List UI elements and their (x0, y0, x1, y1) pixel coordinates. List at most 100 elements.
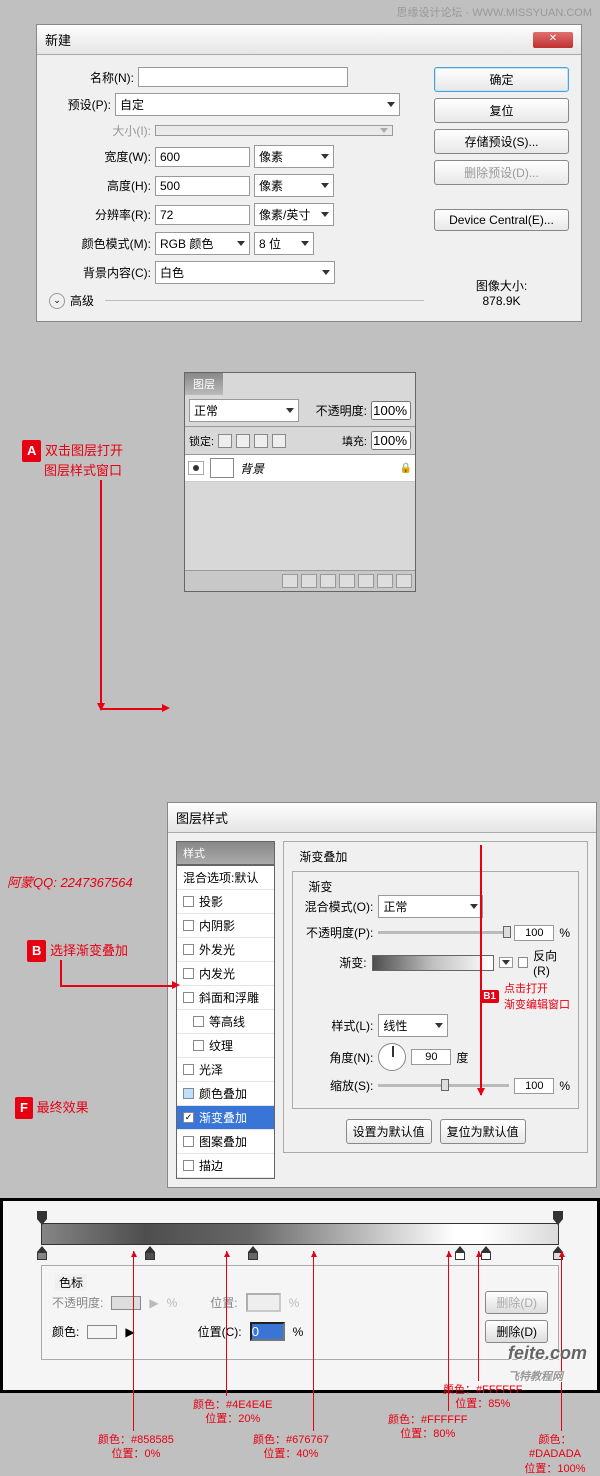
ga-line-2 (313, 1251, 314, 1431)
delete-color-button[interactable]: 删除(D) (485, 1320, 548, 1343)
new-dialog: 新建 ✕ 名称(N): 预设(P): 自定 大小(I): 宽度(W): 像素 (36, 24, 582, 322)
device-central-button[interactable]: Device Central(E)... (434, 209, 569, 231)
scale-slider[interactable] (378, 1084, 509, 1087)
annotation-b: B 选择渐变叠加 (27, 940, 128, 962)
grad-label: 渐变: (301, 954, 366, 971)
ls-item-blend[interactable]: 混合选项:默认 (177, 866, 274, 890)
ls-item-patternoverlay[interactable]: 图案叠加 (177, 1130, 274, 1154)
height-input[interactable] (155, 176, 250, 196)
lock-all-icon[interactable] (272, 434, 286, 448)
color-stop-2[interactable] (248, 1246, 258, 1260)
res-input[interactable] (155, 205, 250, 225)
reset-button[interactable]: 复位 (434, 98, 569, 123)
visibility-icon[interactable] (188, 461, 204, 475)
close-icon[interactable]: ✕ (533, 32, 573, 48)
arrow-b-v (60, 960, 62, 985)
ls-item-contour[interactable]: 等高线 (177, 1010, 274, 1034)
preset-dropdown[interactable]: 自定 (115, 93, 400, 116)
res-unit-dropdown[interactable]: 像素/英寸 (254, 203, 334, 226)
ga-4: 颜色：#FFFFFF位置：85% (443, 1383, 522, 1412)
expand-icon[interactable]: ⌄ (49, 293, 65, 309)
fill-label: 填充: (342, 433, 367, 449)
mode-dropdown[interactable]: RGB 颜色 (155, 232, 250, 255)
ls-titlebar: 图层样式 (168, 803, 596, 833)
annotation-qq: 阿蒙QQ: 2247367564 (7, 874, 133, 892)
depth-dropdown[interactable]: 8 位 (254, 232, 314, 255)
footer-watermark: feite.com 飞特教程网 (508, 1343, 587, 1385)
opacity-stop-right[interactable] (553, 1211, 563, 1225)
fx-icon[interactable] (301, 574, 317, 588)
gradient-editor: 色标 不透明度: ▶ % 位置: % 删除(D) 颜色: ▶ 位置(C): % … (0, 1198, 600, 1393)
style-dropdown[interactable]: 线性 (378, 1014, 448, 1037)
ls-item-dropshadow[interactable]: 投影 (177, 890, 274, 914)
scale-label: 缩放(S): (301, 1077, 373, 1094)
ls-item-bevel[interactable]: 斜面和浮雕 (177, 986, 274, 1010)
ls-item-innerglow[interactable]: 内发光 (177, 962, 274, 986)
layers-panel: 图层 正常 不透明度: 锁定: 填充: 背景 🔒 (184, 372, 416, 592)
color-stop-3[interactable] (455, 1246, 465, 1260)
ga-5: 颜色：#DADADA位置：100% (513, 1433, 597, 1476)
gradient-bar[interactable] (41, 1223, 559, 1245)
ls-item-outerglow[interactable]: 外发光 (177, 938, 274, 962)
imgsize-value: 878.9K (434, 294, 569, 308)
reset-default-button[interactable]: 复位为默认值 (440, 1119, 526, 1144)
ok-button[interactable]: 确定 (434, 67, 569, 92)
link-icon[interactable] (282, 574, 298, 588)
layer-row-bg[interactable]: 背景 🔒 (185, 455, 415, 482)
opacity-stop-left[interactable] (37, 1211, 47, 1225)
gradient-preview[interactable] (372, 955, 494, 971)
bg-dropdown[interactable]: 白色 (155, 261, 335, 284)
angle-label: 角度(N): (301, 1049, 373, 1066)
color-stop-4[interactable] (481, 1246, 491, 1260)
new-layer-icon[interactable] (377, 574, 393, 588)
opacity-input[interactable] (371, 401, 411, 420)
folder-icon[interactable] (358, 574, 374, 588)
layers-tab[interactable]: 图层 (185, 373, 223, 395)
dialog-titlebar: 新建 ✕ (37, 25, 581, 55)
opacity-label: 不透明度: (316, 402, 367, 419)
height-unit-dropdown[interactable]: 像素 (254, 174, 334, 197)
lock-move-icon[interactable] (254, 434, 268, 448)
lock-pixels-icon[interactable] (236, 434, 250, 448)
cs-pos-input2[interactable] (250, 1322, 285, 1341)
lock-transparent-icon[interactable] (218, 434, 232, 448)
stops-title: 色标 (55, 1274, 87, 1291)
opacity-slider[interactable] (378, 931, 509, 934)
ls-item-satin[interactable]: 光泽 (177, 1058, 274, 1082)
scale-value[interactable] (514, 1078, 554, 1094)
cs-pos-label2: 位置(C): (198, 1323, 242, 1340)
blend-mode-dropdown[interactable]: 正常 (189, 399, 299, 422)
color-stop-0[interactable] (37, 1246, 47, 1260)
cs-pos-input (246, 1293, 281, 1312)
blend-dropdown[interactable]: 正常 (378, 895, 483, 918)
angle-dial[interactable] (378, 1043, 406, 1071)
ls-item-gradientoverlay[interactable]: 渐变叠加 (177, 1106, 274, 1130)
save-preset-button[interactable]: 存储预设(S)... (434, 129, 569, 154)
reverse-checkbox[interactable] (518, 957, 528, 968)
mask-icon[interactable] (320, 574, 336, 588)
name-input[interactable] (138, 67, 348, 87)
ls-item-texture[interactable]: 纹理 (177, 1034, 274, 1058)
trash-icon[interactable] (396, 574, 412, 588)
arrow-b-head (172, 981, 180, 989)
opacity-value[interactable] (514, 925, 554, 941)
layers-empty-area (185, 482, 415, 570)
ls-item-innershadow[interactable]: 内阴影 (177, 914, 274, 938)
angle-value[interactable] (411, 1049, 451, 1065)
annotation-b1-tag: B1 (480, 990, 499, 1003)
ga-3: 颜色：#FFFFFF位置：80% (388, 1413, 467, 1442)
adjustment-icon[interactable] (339, 574, 355, 588)
cs-color-swatch[interactable] (87, 1325, 117, 1339)
ls-item-coloroverlay[interactable]: 颜色叠加 (177, 1082, 274, 1106)
gradient-picker-button[interactable] (499, 957, 513, 968)
ls-item-stroke[interactable]: 描边 (177, 1154, 274, 1178)
fill-input[interactable] (371, 431, 411, 450)
layer-name: 背景 (240, 460, 264, 477)
width-unit-dropdown[interactable]: 像素 (254, 145, 334, 168)
lock-label: 锁定: (189, 433, 214, 449)
layer-style-dialog: 图层样式 样式 混合选项:默认 投影 内阴影 外发光 内发光 斜面和浮雕 等高线… (167, 802, 597, 1188)
set-default-button[interactable]: 设置为默认值 (346, 1119, 432, 1144)
size-label: 大小(I): (49, 122, 151, 139)
color-stop-1[interactable] (145, 1246, 155, 1260)
width-input[interactable] (155, 147, 250, 167)
